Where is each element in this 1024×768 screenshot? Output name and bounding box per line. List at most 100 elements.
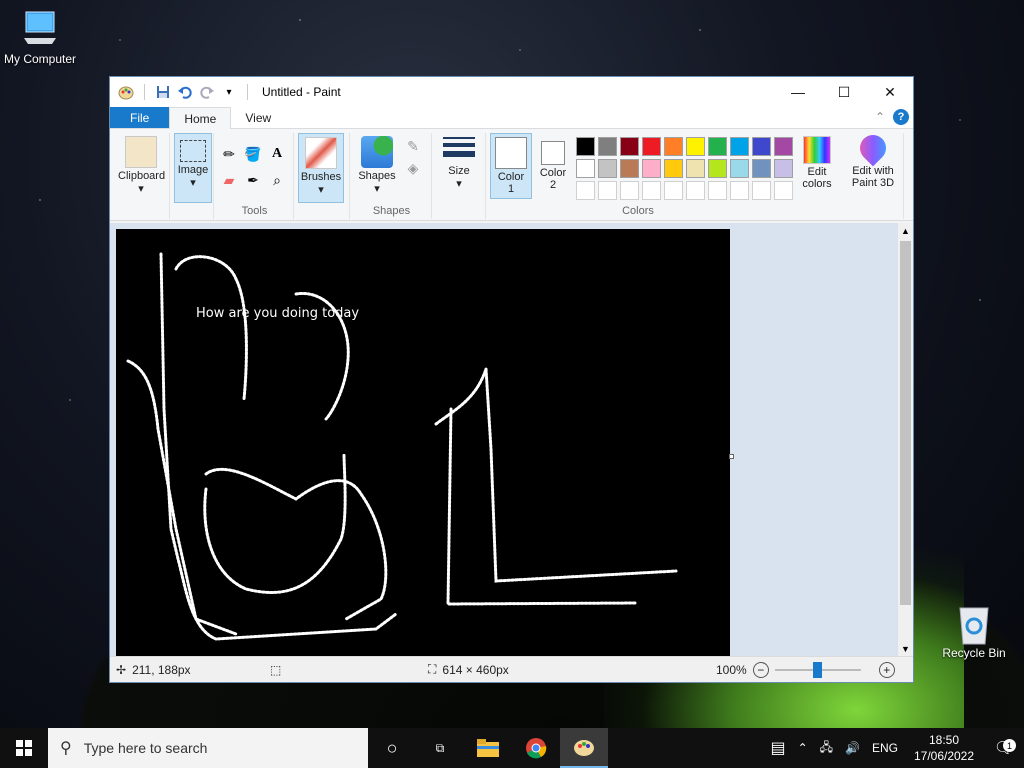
size-button[interactable]: Size ▾ [436, 133, 482, 203]
palette-color-swatch[interactable] [686, 159, 705, 178]
palette-custom-swatch[interactable] [664, 181, 683, 200]
help-icon[interactable]: ? [893, 109, 909, 125]
brushes-button[interactable]: Brushes ▾ [298, 133, 344, 203]
selection-size: ⬚ [270, 663, 281, 677]
search-placeholder: Type here to search [83, 740, 208, 756]
palette-color-swatch[interactable] [598, 137, 617, 156]
palette-custom-swatch[interactable] [620, 181, 639, 200]
color1-button[interactable]: Color 1 [490, 133, 532, 199]
scroll-up-icon[interactable]: ▲ [898, 223, 913, 239]
palette-color-swatch[interactable] [730, 137, 749, 156]
palette-custom-swatch[interactable] [708, 181, 727, 200]
zoom-slider[interactable] [774, 661, 861, 678]
paint3d-button[interactable]: Edit with Paint 3D [845, 129, 901, 199]
pencil-icon[interactable]: ✏ [220, 145, 238, 163]
save-icon[interactable] [155, 84, 171, 100]
taskbar: ⚲ Type here to search ○ ⧉ ▤ ⌃ 🖧 🔊 ENG 18… [0, 728, 1024, 768]
tab-view[interactable]: View [231, 107, 285, 128]
drawing-canvas[interactable]: How are you doing today [116, 229, 730, 657]
zoom-out-icon[interactable]: − [752, 661, 769, 678]
action-center-icon[interactable]: 🗨 1 [984, 738, 1024, 758]
zoom-in-icon[interactable]: + [878, 661, 895, 678]
palette-custom-swatch[interactable] [576, 181, 595, 200]
chrome-icon[interactable] [512, 728, 560, 768]
task-view-icon[interactable]: ⧉ [416, 728, 464, 768]
palette-color-swatch[interactable] [774, 137, 793, 156]
show-hidden-icons-chevron[interactable]: ⌃ [792, 741, 814, 755]
customize-qat-icon[interactable]: ▾ [221, 84, 237, 100]
undo-icon[interactable] [177, 84, 193, 100]
tab-home[interactable]: Home [169, 107, 232, 129]
palette-color-swatch[interactable] [642, 159, 661, 178]
selection-icon: ⬚ [270, 662, 282, 677]
palette-color-swatch[interactable] [730, 159, 749, 178]
desktop-icon-my-computer[interactable]: My Computer [0, 8, 80, 66]
palette-color-swatch[interactable] [708, 159, 727, 178]
palette-color-swatch[interactable] [620, 159, 639, 178]
palette-color-swatch[interactable] [664, 137, 683, 156]
palette-color-swatch[interactable] [664, 159, 683, 178]
clock[interactable]: 18:50 17/06/2022 [904, 732, 984, 764]
collapse-ribbon-icon[interactable]: ⌃ [875, 110, 885, 124]
news-icon[interactable]: ▤ [764, 738, 791, 758]
group-image: Image ▾ [172, 133, 214, 219]
palette-color-swatch[interactable] [576, 137, 595, 156]
computer-icon [20, 8, 60, 48]
palette-color-swatch[interactable] [642, 137, 661, 156]
magnifier-icon[interactable]: ⌕ [268, 171, 286, 189]
taskbar-search[interactable]: ⚲ Type here to search [48, 728, 368, 768]
palette-color-swatch[interactable] [708, 137, 727, 156]
palette-color-swatch[interactable] [620, 137, 639, 156]
paint-window: ▾ Untitled - Paint — ☐ ✕ File Home View … [109, 76, 914, 683]
outline-icon[interactable]: ✎ [404, 137, 422, 155]
group-label-colors: Colors [622, 205, 654, 217]
close-button[interactable]: ✕ [867, 77, 913, 107]
window-controls: — ☐ ✕ [775, 77, 913, 107]
color2-button[interactable]: Color 2 [534, 133, 572, 203]
paint-taskbar-icon[interactable] [560, 728, 608, 768]
file-explorer-icon[interactable] [464, 728, 512, 768]
color-picker-icon[interactable]: ✒ [244, 171, 262, 189]
text-icon[interactable]: A [268, 145, 286, 163]
maximize-button[interactable]: ☐ [821, 77, 867, 107]
vertical-scrollbar[interactable]: ▲ ▼ [898, 223, 913, 657]
palette-custom-swatch[interactable] [598, 181, 617, 200]
palette-custom-swatch[interactable] [686, 181, 705, 200]
network-icon[interactable]: 🖧 [814, 738, 839, 759]
image-button[interactable]: Image ▾ [174, 133, 212, 203]
brush-icon [305, 137, 337, 169]
eraser-icon[interactable]: ▰ [220, 171, 238, 189]
cursor-position-text: 211, 188px [132, 662, 191, 677]
language-indicator[interactable]: ENG [866, 741, 904, 755]
desktop-icon-label: My Computer [3, 52, 77, 66]
palette-color-swatch[interactable] [774, 159, 793, 178]
shapes-button[interactable]: Shapes ▾ [354, 133, 400, 203]
palette-color-swatch[interactable] [598, 159, 617, 178]
desktop-icon-recycle-bin[interactable]: Recycle Bin [934, 602, 1014, 660]
scroll-down-icon[interactable]: ▼ [898, 641, 913, 657]
zoom-slider-thumb[interactable] [812, 661, 822, 678]
palette-color-swatch[interactable] [576, 159, 595, 178]
palette-color-swatch[interactable] [686, 137, 705, 156]
palette-custom-swatch[interactable] [642, 181, 661, 200]
redo-icon[interactable] [199, 84, 215, 100]
clipboard-button[interactable]: Clipboard ▾ [118, 133, 165, 203]
start-button[interactable] [0, 728, 48, 768]
cortana-icon[interactable]: ○ [368, 728, 416, 768]
windows-icon [16, 740, 32, 756]
scroll-thumb[interactable] [900, 241, 911, 605]
palette-custom-swatch[interactable] [752, 181, 771, 200]
palette-custom-swatch[interactable] [774, 181, 793, 200]
canvas-resize-handle[interactable] [729, 454, 734, 459]
tab-file[interactable]: File [110, 107, 170, 128]
minimize-button[interactable]: — [775, 77, 821, 107]
fill-icon[interactable]: 🪣 [244, 145, 262, 163]
shape-fill-icon[interactable]: ◈ [404, 159, 422, 177]
palette-color-swatch[interactable] [752, 137, 771, 156]
group-brushes: Brushes ▾ [296, 133, 350, 219]
palette-color-swatch[interactable] [752, 159, 771, 178]
volume-icon[interactable]: 🔊 [839, 741, 866, 755]
palette-custom-swatch[interactable] [730, 181, 749, 200]
edit-colors-button[interactable]: Edit colors [796, 133, 838, 203]
size-lines-icon [443, 137, 475, 157]
